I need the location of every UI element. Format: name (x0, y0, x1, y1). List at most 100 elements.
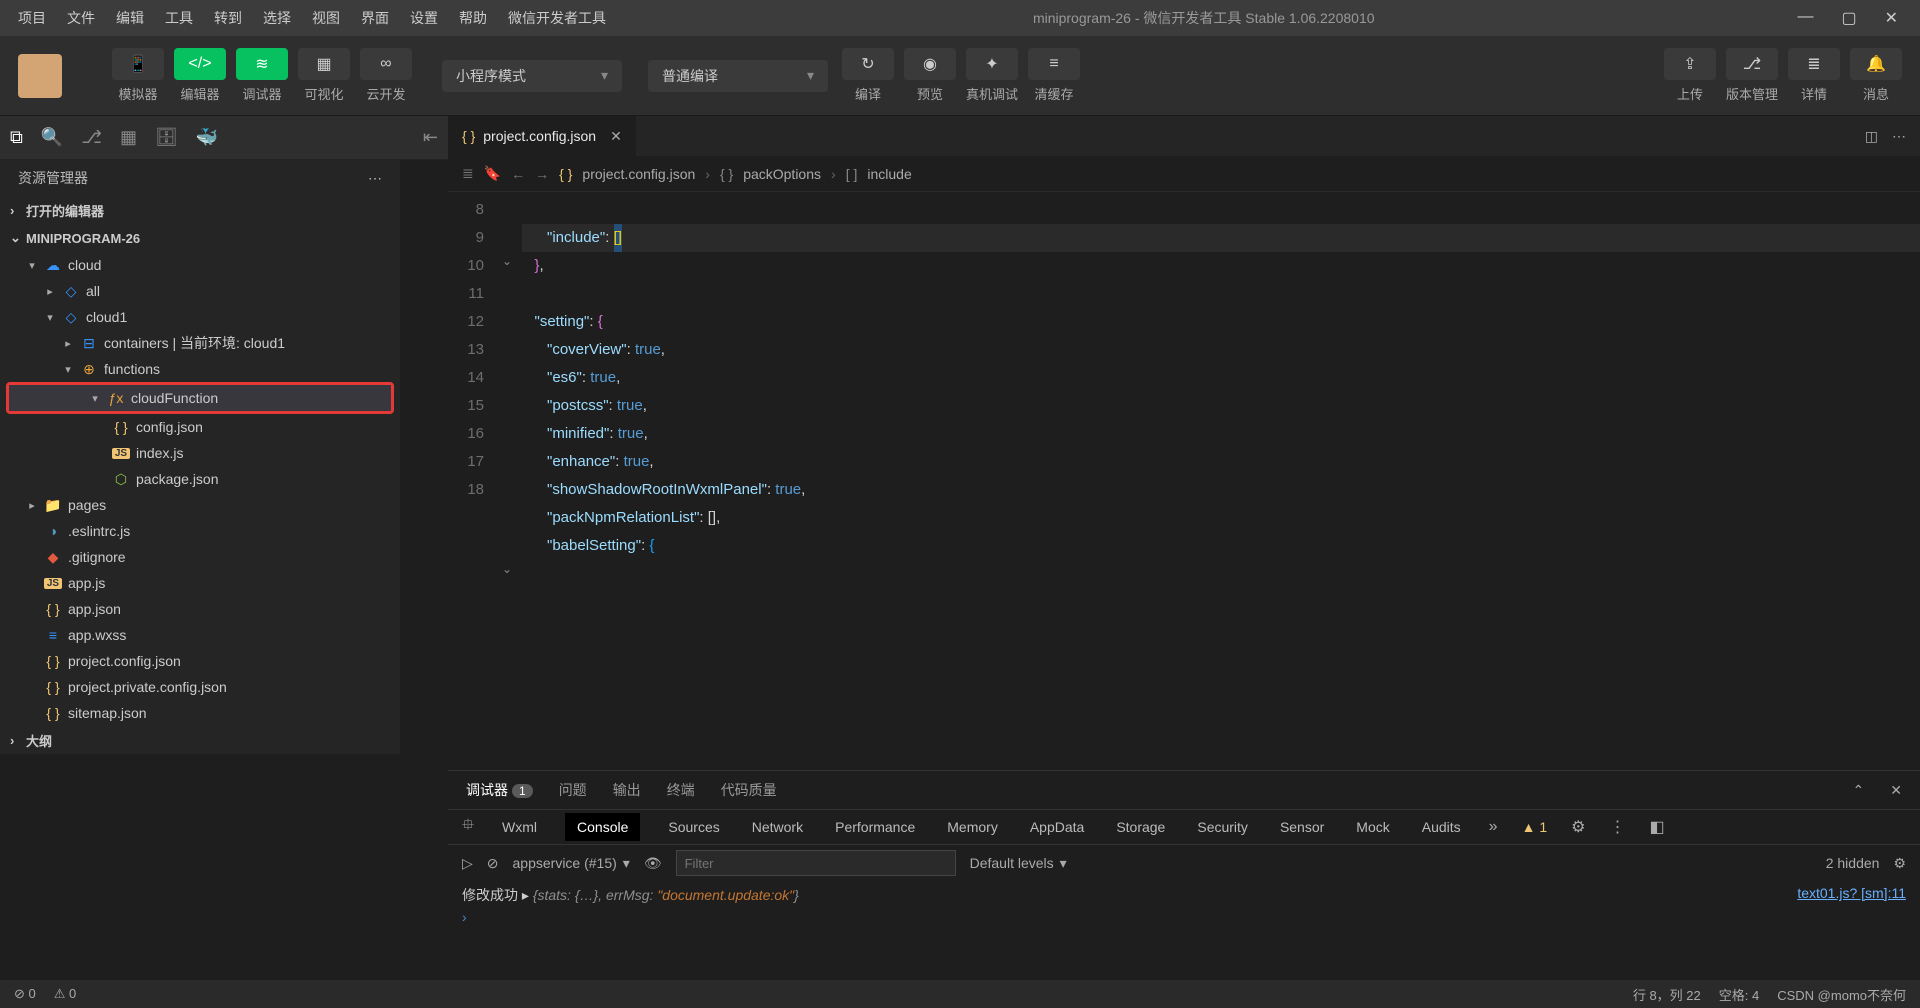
tree-eslintrc[interactable]: ◑.eslintrc.js (0, 518, 400, 544)
realdevice-button[interactable]: ✦ (966, 48, 1018, 80)
extensions-icon[interactable]: ▦ (120, 127, 137, 148)
preview-button[interactable]: ◉ (904, 48, 956, 80)
panel-tab-terminal[interactable]: 终端 (667, 780, 695, 800)
gear-icon[interactable]: ⚙ (1571, 817, 1585, 837)
split-icon[interactable]: ◫ (1865, 128, 1878, 145)
devtab-performance[interactable]: Performance (831, 813, 919, 841)
crumb-file[interactable]: project.config.json (582, 166, 695, 182)
debugger-button[interactable]: ≋ (236, 48, 288, 80)
outline-section[interactable]: ›大纲 (0, 726, 400, 754)
menu-tools[interactable]: 工具 (155, 2, 203, 34)
compile-mode-select[interactable]: 普通编译▾ (648, 60, 828, 92)
tree-project-private[interactable]: { }project.private.config.json (0, 674, 400, 700)
menu-goto[interactable]: 转到 (204, 2, 252, 34)
tree-cloud1[interactable]: ▾◇cloud1 (0, 304, 400, 330)
tree-project-config[interactable]: { }project.config.json (0, 648, 400, 674)
clouddev-button[interactable]: ∞ (360, 48, 412, 80)
play-icon[interactable]: ▷ (462, 855, 473, 872)
git-icon[interactable]: ⎇ (81, 127, 102, 148)
menu-settings[interactable]: 设置 (400, 2, 448, 34)
code-editor[interactable]: 8910 111213 141516 1718 ⌄ ⌄ "include": [… (448, 192, 1920, 770)
project-section[interactable]: ⌄MINIPROGRAM-26 (0, 224, 400, 252)
devtab-appdata[interactable]: AppData (1026, 813, 1088, 841)
devtab-memory[interactable]: Memory (943, 813, 1002, 841)
console-body[interactable]: 修改成功 ▸ {stats: {…}, errMsg: "document.up… (448, 881, 1920, 980)
devtab-wxml[interactable]: Wxml (498, 813, 541, 841)
devtab-network[interactable]: Network (748, 813, 807, 841)
clear-console-icon[interactable]: ⊘ (487, 855, 499, 872)
kebab-icon[interactable]: ⋮ (1609, 817, 1625, 837)
menu-file[interactable]: 文件 (57, 2, 105, 34)
clearcache-button[interactable]: ≡ (1028, 48, 1080, 80)
status-errors[interactable]: ⊘ 0 (14, 986, 36, 1002)
context-select[interactable]: appservice (#15)▾ (513, 855, 630, 872)
status-warnings[interactable]: ⚠ 0 (54, 986, 77, 1002)
minimize-icon[interactable]: — (1791, 8, 1819, 28)
more-icon[interactable]: ⋯ (368, 170, 382, 187)
devtab-sensor[interactable]: Sensor (1276, 813, 1328, 841)
crumb-include[interactable]: include (867, 166, 911, 182)
menu-wxtools[interactable]: 微信开发者工具 (498, 2, 616, 34)
tree-appjs[interactable]: JSapp.js (0, 570, 400, 596)
devtab-storage[interactable]: Storage (1112, 813, 1169, 841)
tree-containers[interactable]: ▸⊟containers | 当前环境: cloud1 (0, 330, 400, 356)
version-button[interactable]: ⎇ (1726, 48, 1778, 80)
menu-help[interactable]: 帮助 (449, 2, 497, 34)
mode-select[interactable]: 小程序模式▾ (442, 60, 622, 92)
tree-cloudfunction[interactable]: ▾ƒxcloudFunction (9, 385, 391, 411)
avatar[interactable] (18, 54, 62, 98)
collapse-icon[interactable]: ⇤ (423, 127, 438, 148)
hidden-count[interactable]: 2 hidden (1826, 855, 1880, 871)
tree-all[interactable]: ▸◇all (0, 278, 400, 304)
open-editors-section[interactable]: ›打开的编辑器 (0, 196, 400, 224)
status-position[interactable]: 行 8，列 22 (1633, 985, 1701, 1004)
filter-input[interactable] (676, 850, 956, 876)
menu-select[interactable]: 选择 (253, 2, 301, 34)
upload-button[interactable]: ⇪ (1664, 48, 1716, 80)
dock-icon[interactable]: ◧ (1649, 817, 1664, 837)
compile-button[interactable]: ↻ (842, 48, 894, 80)
panel-tab-output[interactable]: 输出 (613, 780, 641, 800)
status-spaces[interactable]: 空格: 4 (1719, 985, 1759, 1004)
panel-tab-quality[interactable]: 代码质量 (721, 780, 777, 800)
eye-icon[interactable]: 👁 (644, 855, 662, 872)
menu-project[interactable]: 项目 (8, 2, 56, 34)
tree-gitignore[interactable]: ◆.gitignore (0, 544, 400, 570)
gear-icon[interactable]: ⚙ (1893, 855, 1906, 872)
devtab-sources[interactable]: Sources (664, 813, 723, 841)
detail-button[interactable]: ≣ (1788, 48, 1840, 80)
devtab-audits[interactable]: Audits (1418, 813, 1465, 841)
db-icon[interactable]: 🗄 (155, 127, 178, 148)
close-icon[interactable]: ✕ (1879, 8, 1904, 28)
warning-badge[interactable]: ▲ 1 (1522, 819, 1548, 835)
tree-appwxss[interactable]: ≡app.wxss (0, 622, 400, 648)
overflow-icon[interactable]: » (1489, 818, 1498, 836)
close-panel-icon[interactable]: ✕ (1890, 782, 1902, 799)
levels-select[interactable]: Default levels▾ (970, 855, 1067, 872)
close-tab-icon[interactable]: ✕ (610, 128, 622, 145)
simulator-button[interactable]: 📱 (112, 48, 164, 80)
tree-config-json[interactable]: { }config.json (0, 414, 400, 440)
forward-icon[interactable]: → (535, 166, 549, 182)
explorer-icon[interactable]: ⧉ (10, 127, 23, 148)
chevron-up-icon[interactable]: ⌃ (1853, 782, 1865, 799)
bookmark-icon[interactable]: 🔖 (484, 165, 501, 182)
search-icon[interactable]: 🔍 (41, 127, 63, 148)
tree-appjson[interactable]: { }app.json (0, 596, 400, 622)
devtab-console[interactable]: Console (565, 813, 640, 841)
code-content[interactable]: "include": [] }, "setting": { "coverView… (522, 192, 1920, 770)
tree-functions[interactable]: ▾⊕functions (0, 356, 400, 382)
inspect-icon[interactable]: ⯐ (462, 814, 474, 841)
devtab-mock[interactable]: Mock (1352, 813, 1393, 841)
list-icon[interactable]: ≣ (462, 165, 474, 182)
panel-tab-issues[interactable]: 问题 (559, 780, 587, 800)
visual-button[interactable]: ▦ (298, 48, 350, 80)
menu-ui[interactable]: 界面 (351, 2, 399, 34)
editor-button[interactable]: </> (174, 48, 226, 80)
devtab-security[interactable]: Security (1193, 813, 1252, 841)
tab-project-config[interactable]: { } project.config.json ✕ (448, 116, 637, 156)
menu-edit[interactable]: 编辑 (106, 2, 154, 34)
message-button[interactable]: 🔔 (1850, 48, 1902, 80)
docker-icon[interactable]: 🐳 (196, 127, 218, 148)
tree-package-json[interactable]: ⬡package.json (0, 466, 400, 492)
